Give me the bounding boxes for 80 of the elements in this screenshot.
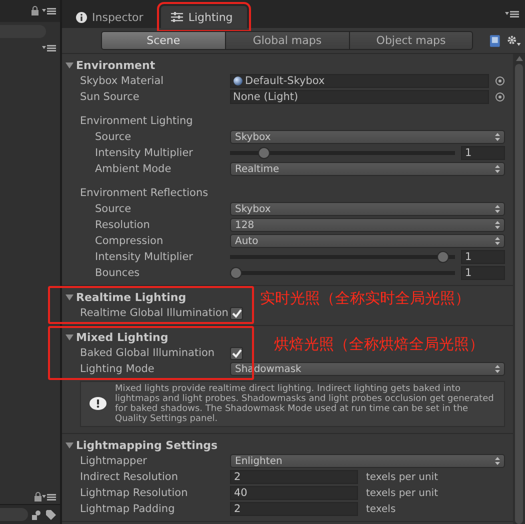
dropdown[interactable]: Skybox [230,202,505,216]
updown-arrows-icon [495,133,500,141]
shapes-icon[interactable] [32,510,42,520]
field-label: Lightmap Resolution [80,487,189,499]
checkbox[interactable] [230,346,243,360]
section-title[interactable]: Lightmapping Settings [76,438,218,452]
number-field[interactable]: 2 [230,502,358,516]
mode-tab[interactable]: Scene [101,31,226,50]
info-text: Mixed lights provide realtime direct lighting. Indirect lighting gets baked into lightmaps and light probes. Shadowmasks and light probes occlusion get generated for baked shadows. The Shadowmask Mode used at run time can be set in the Quality Settings panel. [115,384,495,424]
field-label: Skybox Material [80,75,165,87]
updown-arrows-icon [495,165,500,173]
field-label: Bounces [95,267,141,279]
scroll-up-icon[interactable] [516,56,522,61]
dropdown[interactable]: Auto [230,234,505,248]
updown-arrows-icon [495,237,500,245]
number-field[interactable]: 2 [230,470,358,484]
number-field[interactable]: 40 [230,486,358,500]
field-label: Compression [95,235,164,247]
lock-icon[interactable] [31,6,39,16]
mode-tab[interactable]: Global maps [224,31,350,50]
slider-thumb[interactable] [436,251,449,263]
field-label: Source [95,203,132,215]
slider-thumb[interactable] [230,267,242,279]
field-label: Intensity Multiplier [95,147,194,159]
section-title[interactable]: Mixed Lighting [76,330,168,344]
field-label: Ambient Mode [95,163,172,175]
tag-icon[interactable] [46,510,56,520]
annotation-note: 实时光照（全称实时全局光照） [260,289,470,308]
group-heading: Environment Lighting [80,115,193,127]
updown-arrows-icon [495,365,500,373]
dropdown[interactable]: Skybox [230,130,505,144]
dropdown[interactable]: 128 [230,218,505,232]
field-label: Baked Global Illumination [80,347,216,359]
object-field[interactable]: Default-Skybox [230,74,489,88]
annotation-note: 烘焙光照（全称烘焙全局光照） [274,335,484,354]
dropdown[interactable]: Enlighten [230,454,505,468]
panel-tab[interactable]: Lighting [161,6,247,28]
section-title[interactable]: Environment [76,58,156,72]
updown-arrows-icon [495,221,500,229]
slider-thumb[interactable] [258,147,270,159]
field-label: Source [95,131,132,143]
field-label: Realtime Global Illumination [80,307,230,319]
foldout-triangle-icon[interactable] [65,440,74,450]
foldout-triangle-icon[interactable] [65,292,74,302]
field-label: Resolution [95,219,151,231]
updown-arrows-icon [495,205,500,213]
number-field[interactable]: 1 [461,266,505,280]
field-label: Sun Source [80,91,140,103]
number-field[interactable]: 1 [461,146,505,160]
field-label: Lightmap Padding [80,503,176,515]
mode-tab[interactable]: Object maps [348,31,474,50]
group-heading: Environment Reflections [80,187,208,199]
field-label: Lightmapper [80,455,148,467]
menu-icon[interactable] [505,10,519,18]
unit-label: texels per unit [366,488,438,498]
updown-arrows-icon [495,457,500,465]
sliders-icon [171,12,184,22]
lock-icon[interactable] [34,492,42,502]
section-title[interactable]: Realtime Lighting [76,290,186,304]
menu-icon[interactable] [42,493,56,501]
scrollbar-thumb[interactable] [515,64,523,524]
field-label: Lighting Mode [80,363,156,375]
settings-icon[interactable] [507,34,521,46]
info-icon [76,12,87,22]
help-book-icon[interactable] [489,34,502,48]
panel-tab[interactable]: Inspector [66,6,158,28]
menu-icon[interactable] [42,7,56,15]
foldout-triangle-icon[interactable] [65,60,74,70]
unit-label: texels per unit [366,472,438,482]
dropdown[interactable]: Realtime [230,162,505,176]
menu-icon[interactable] [42,44,56,52]
field-label: Intensity Multiplier [95,251,194,263]
sphere-icon [233,76,243,86]
number-field[interactable]: 1 [461,250,505,264]
unit-label: texels [366,504,396,514]
checkbox[interactable] [230,306,243,320]
foldout-triangle-icon[interactable] [65,332,74,342]
field-label: Indirect Resolution [80,471,179,483]
warning-icon [89,397,107,411]
object-field[interactable]: None (Light) [230,90,489,104]
